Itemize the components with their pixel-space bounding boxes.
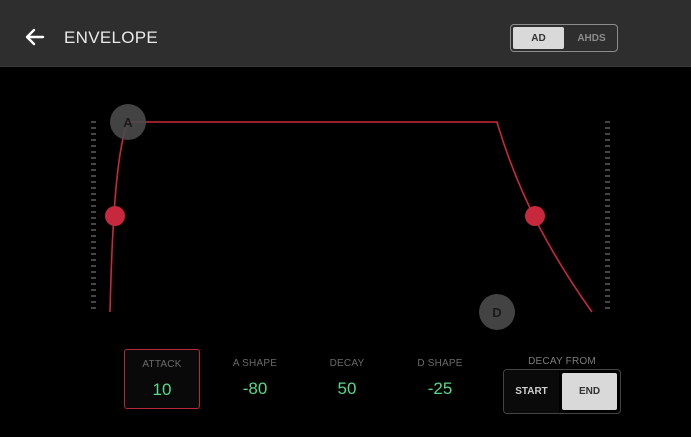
attack-handle-label: A xyxy=(123,115,133,130)
mode-ad-button[interactable]: AD xyxy=(513,27,564,49)
decay-handle-label: D xyxy=(492,305,501,320)
param-d-shape-value: -25 xyxy=(427,379,453,398)
param-a-shape-value: -80 xyxy=(242,379,268,398)
attack-handle[interactable]: A xyxy=(110,104,146,140)
param-a-shape[interactable]: A SHAPE -80 xyxy=(217,349,293,409)
param-decay-value: 50 xyxy=(337,379,357,398)
envelope-mode-toggle: AD AHDS xyxy=(510,24,618,52)
right-level-scale xyxy=(605,121,610,309)
param-attack[interactable]: ATTACK 10 xyxy=(124,349,200,409)
header-bar: ENVELOPE AD AHDS xyxy=(0,0,691,67)
decay-from-toggle: START END xyxy=(503,369,621,414)
decay-shape-handle[interactable] xyxy=(525,206,545,226)
param-a-shape-label: A SHAPE xyxy=(232,358,278,369)
envelope-curve xyxy=(109,121,593,313)
left-level-scale xyxy=(91,121,96,309)
param-decay-label: DECAY xyxy=(329,358,365,369)
decay-from-label: DECAY FROM xyxy=(528,356,596,367)
envelope-graph: A D xyxy=(91,104,610,330)
decay-from-start-button[interactable]: START xyxy=(504,370,559,413)
param-d-shape-label: D SHAPE xyxy=(417,358,463,369)
attack-shape-handle[interactable] xyxy=(105,206,125,226)
decay-handle[interactable]: D xyxy=(479,294,515,330)
param-attack-value: 10 xyxy=(152,380,172,399)
page-title: ENVELOPE xyxy=(64,28,159,47)
param-d-shape[interactable]: D SHAPE -25 xyxy=(402,349,478,409)
mode-ahds-button[interactable]: AHDS xyxy=(566,25,617,51)
back-button[interactable] xyxy=(22,24,48,50)
decay-from-end-button[interactable]: END xyxy=(562,373,617,410)
param-decay[interactable]: DECAY 50 xyxy=(309,349,385,409)
arrow-left-icon xyxy=(25,28,45,46)
param-attack-label: ATTACK xyxy=(142,359,182,370)
